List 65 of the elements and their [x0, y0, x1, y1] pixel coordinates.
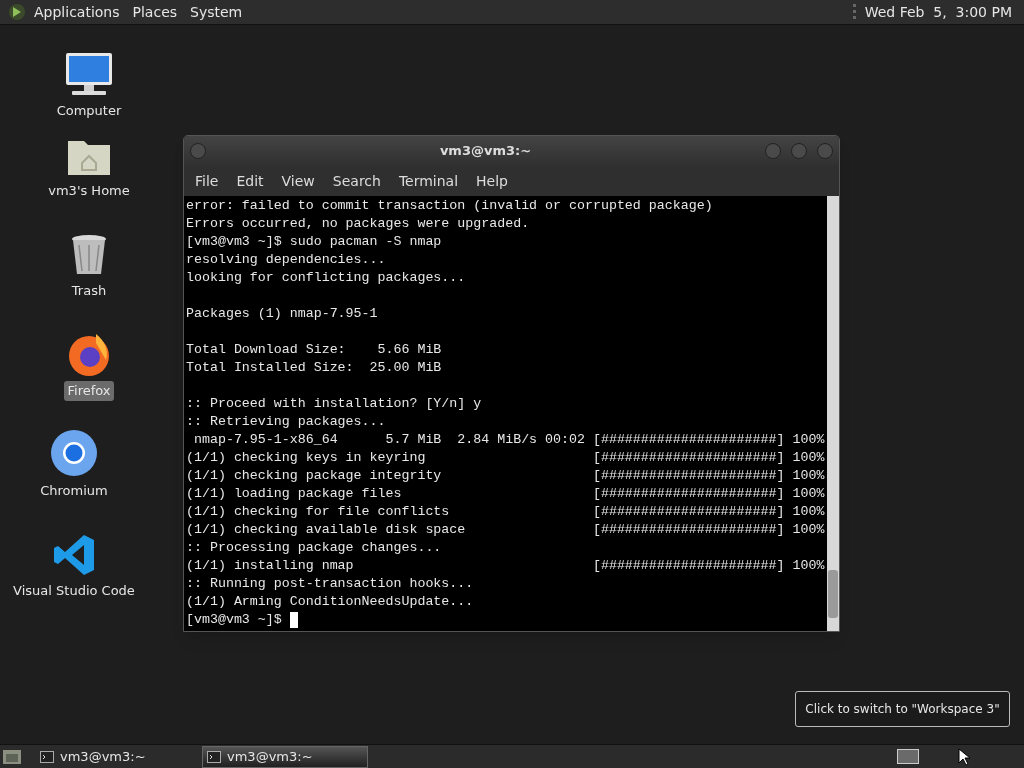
- workspace-button[interactable]: [897, 749, 919, 764]
- panel-menu[interactable]: Places: [132, 1, 178, 23]
- terminal-line: (1/1) checking available disk space [######################] 100%: [186, 521, 825, 539]
- desktop-icon[interactable]: Computer: [0, 45, 178, 125]
- monitor-icon: [64, 51, 114, 97]
- mouse-pointer-icon: [958, 747, 970, 766]
- window-menu-button[interactable]: [190, 143, 206, 159]
- menu-item[interactable]: Help: [470, 170, 514, 192]
- browser-flame-icon: [66, 331, 112, 377]
- terminal-line: error: failed to commit transaction (invalid or corrupted package): [186, 197, 713, 215]
- close-button[interactable]: [817, 143, 833, 159]
- text-cursor: [289, 612, 298, 628]
- terminal-line: :: Processing package changes...: [186, 539, 442, 557]
- panel-handle-icon: [852, 3, 857, 21]
- menu-item[interactable]: Search: [326, 170, 387, 192]
- code-editor-icon: [52, 533, 96, 577]
- panel-clock[interactable]: Wed Feb 5, 3:00 PM: [864, 1, 1012, 23]
- terminal-line: [vm3@vm3 ~]$ sudo pacman -S nmap: [186, 233, 442, 251]
- menu-item[interactable]: View: [275, 170, 321, 192]
- workspace-tooltip: Click to switch to "Workspace 3": [795, 691, 1010, 727]
- terminal-line: (1/1) installing nmap [######################] 100%: [186, 557, 825, 575]
- terminal-line: nmap-7.95-1-x86_64 5.7 MiB 2.84 MiB/s 00:02 [######################] 100%: [192, 431, 825, 449]
- terminal-line: Errors occurred, no packages were upgraded.: [186, 215, 530, 233]
- terminal-prompt: [vm3@vm3 ~]$: [186, 611, 283, 629]
- terminal-line: :: Proceed with installation? [Y/n] y: [186, 395, 482, 413]
- taskbar-button[interactable]: vm3@vm3:~: [36, 745, 202, 768]
- terminal-line: (1/1) checking package integrity [######################] 100%: [186, 467, 825, 485]
- distro-logo-icon: [8, 3, 26, 21]
- show-desktop-icon[interactable]: [2, 747, 22, 766]
- terminal-line: Total Installed Size: 25.00 MiB: [186, 359, 442, 377]
- desktop-icon-label: Chromium: [39, 482, 109, 500]
- minimize-button[interactable]: [765, 143, 781, 159]
- window-title: vm3@vm3:~: [438, 142, 533, 161]
- desktop-icon[interactable]: Chromium: [0, 425, 148, 525]
- terminal-line: looking for conflicting packages...: [186, 269, 466, 287]
- panel-menu[interactable]: Applications: [34, 1, 120, 23]
- menu-item[interactable]: Edit: [230, 170, 270, 192]
- terminal-line: (1/1) checking keys in keyring [######################] 100%: [186, 449, 825, 467]
- scrollbar[interactable]: [827, 196, 839, 631]
- terminal-line: Total Download Size: 5.66 MiB: [186, 341, 442, 359]
- terminal-line: (1/1) checking for file conflicts [######################] 100%: [186, 503, 825, 521]
- desktop-icon[interactable]: Visual Studio Code: [0, 525, 148, 625]
- desktop-icon-label: Visual Studio Code: [12, 582, 136, 600]
- terminal-icon: [40, 750, 54, 763]
- terminal-line: :: Retrieving packages...: [186, 413, 386, 431]
- desktop-icon[interactable]: Firefox: [0, 325, 178, 425]
- desktop-icon-label: Computer: [55, 102, 123, 120]
- terminal-line: resolving dependencies...: [186, 251, 386, 269]
- terminal-line: Packages (1) nmap-7.95-1: [186, 305, 378, 323]
- desktop-icon[interactable]: Trash: [0, 225, 178, 325]
- menu-item[interactable]: Terminal: [392, 170, 465, 192]
- terminal-icon: [207, 750, 221, 763]
- desktop-icon-label: Firefox: [64, 381, 114, 401]
- terminal-line: :: Running post-transaction hooks...: [186, 575, 474, 593]
- maximize-button[interactable]: [791, 143, 807, 159]
- terminal-line: (1/1) Arming ConditionNeedsUpdate...: [186, 593, 474, 611]
- trash-icon: [70, 233, 108, 277]
- panel-menu[interactable]: System: [190, 1, 243, 23]
- desktop-icon[interactable]: vm3's Home: [0, 125, 178, 225]
- desktop-icon-label: vm3's Home: [47, 182, 131, 200]
- taskbar-button[interactable]: vm3@vm3:~: [202, 745, 368, 768]
- terminal-line: (1/1) loading package files [######################] 100%: [186, 485, 825, 503]
- menu-item[interactable]: File: [189, 170, 225, 192]
- browser-circle-icon: [50, 429, 98, 477]
- desktop-icon-label: Trash: [70, 282, 108, 300]
